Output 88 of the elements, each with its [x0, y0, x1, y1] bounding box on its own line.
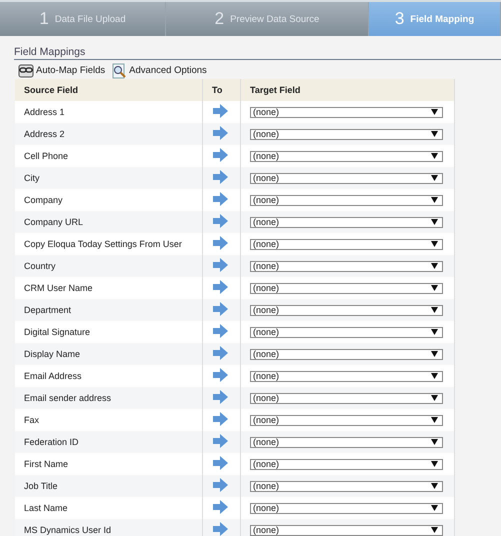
- target-field-select[interactable]: (none): [250, 106, 443, 118]
- dropdown-caret-icon: [431, 417, 438, 423]
- target-field-select[interactable]: (none): [250, 216, 443, 228]
- arrow-icon: [213, 390, 228, 404]
- dropdown-caret-icon: [431, 263, 438, 269]
- dropdown-caret-icon: [431, 483, 438, 489]
- dropdown-caret-icon: [431, 109, 438, 115]
- target-field-select[interactable]: (none): [250, 128, 443, 140]
- arrow-icon: [213, 170, 228, 184]
- dropdown-caret-icon: [431, 219, 438, 225]
- dropdown-caret-icon: [431, 505, 438, 511]
- arrow-icon: [213, 346, 228, 360]
- arrow-icon: [213, 280, 228, 294]
- column-header: Target Field: [240, 79, 454, 101]
- target-field-select[interactable]: (none): [250, 348, 443, 360]
- source-field-cell: Department: [15, 299, 202, 321]
- arrow-icon: [213, 192, 228, 206]
- dropdown-caret-icon: [431, 131, 438, 137]
- source-field-cell: First Name: [15, 453, 202, 475]
- target-field-select[interactable]: (none): [250, 150, 443, 162]
- target-field-select[interactable]: (none): [250, 370, 443, 382]
- source-field-cell: Job Title: [15, 475, 202, 497]
- dropdown-caret-icon: [431, 373, 438, 379]
- target-field-select[interactable]: (none): [250, 414, 443, 426]
- target-field-select[interactable]: (none): [250, 172, 443, 184]
- target-field-select[interactable]: (none): [250, 304, 443, 316]
- toolbar-button[interactable]: Advanced Options: [111, 62, 207, 78]
- dropdown-caret-icon: [431, 241, 438, 247]
- dropdown-caret-icon: [431, 307, 438, 313]
- dropdown-caret-icon: [431, 175, 438, 181]
- arrow-icon: [213, 456, 228, 470]
- source-field-cell: Country: [15, 255, 202, 277]
- arrow-icon: [213, 522, 228, 536]
- source-field-cell: Email Address: [15, 365, 202, 387]
- source-field-cell: Company: [15, 189, 202, 211]
- dropdown-caret-icon: [431, 461, 438, 467]
- section-title: Field Mappings: [14, 46, 501, 60]
- target-field-select[interactable]: (none): [250, 436, 443, 448]
- dropdown-caret-icon: [431, 395, 438, 401]
- source-field-cell: Cell Phone: [15, 145, 202, 167]
- arrow-icon: [213, 500, 228, 514]
- source-field-cell: Copy Eloqua Today Settings From User: [15, 233, 202, 255]
- source-field-cell: Digital Signature: [15, 321, 202, 343]
- source-field-cell: Fax: [15, 409, 202, 431]
- magnifier-icon: [111, 62, 128, 78]
- arrow-icon: [213, 258, 228, 272]
- source-field-cell: MS Dynamics User Id: [15, 519, 202, 536]
- target-field-select[interactable]: (none): [250, 326, 443, 338]
- source-field-cell: Display Name: [15, 343, 202, 365]
- chain-link-icon: [18, 63, 34, 78]
- dropdown-caret-icon: [431, 351, 438, 357]
- arrow-icon: [213, 214, 228, 228]
- source-field-cell: City: [15, 167, 202, 189]
- arrow-icon: [213, 324, 228, 338]
- arrow-icon: [213, 434, 228, 448]
- dropdown-caret-icon: [431, 285, 438, 291]
- source-field-cell: Last Name: [15, 497, 202, 519]
- arrow-icon: [213, 368, 228, 382]
- target-field-select[interactable]: (none): [250, 458, 443, 470]
- arrow-icon: [213, 126, 228, 140]
- arrow-icon: [213, 302, 228, 316]
- dropdown-caret-icon: [431, 329, 438, 335]
- target-field-select[interactable]: (none): [250, 194, 443, 206]
- target-field-select[interactable]: (none): [250, 502, 443, 514]
- arrow-icon: [213, 148, 228, 162]
- source-field-cell: Address 1: [15, 101, 202, 123]
- source-field-cell: Email sender address: [15, 387, 202, 409]
- source-field-cell: Federation ID: [15, 431, 202, 453]
- arrow-icon: [213, 478, 228, 492]
- target-field-select[interactable]: (none): [250, 392, 443, 404]
- dropdown-caret-icon: [431, 197, 438, 203]
- toolbar-button[interactable]: Auto-Map Fields: [18, 63, 106, 78]
- target-field-select[interactable]: (none): [250, 260, 443, 272]
- source-field-cell: Company URL: [15, 211, 202, 233]
- arrow-icon: [213, 236, 228, 250]
- source-field-cell: CRM User Name: [15, 277, 202, 299]
- source-field-cell: Address 2: [15, 123, 202, 145]
- target-field-select[interactable]: (none): [250, 480, 443, 492]
- arrow-icon: [213, 412, 228, 426]
- target-field-select[interactable]: (none): [250, 282, 443, 294]
- dropdown-caret-icon: [431, 439, 438, 445]
- column-header: To: [202, 79, 240, 101]
- column-header: Source Field: [15, 79, 202, 101]
- dropdown-caret-icon: [431, 153, 438, 159]
- dropdown-caret-icon: [431, 527, 438, 533]
- arrow-icon: [213, 104, 228, 118]
- target-field-select[interactable]: (none): [250, 238, 443, 250]
- target-field-select[interactable]: (none): [250, 524, 443, 536]
